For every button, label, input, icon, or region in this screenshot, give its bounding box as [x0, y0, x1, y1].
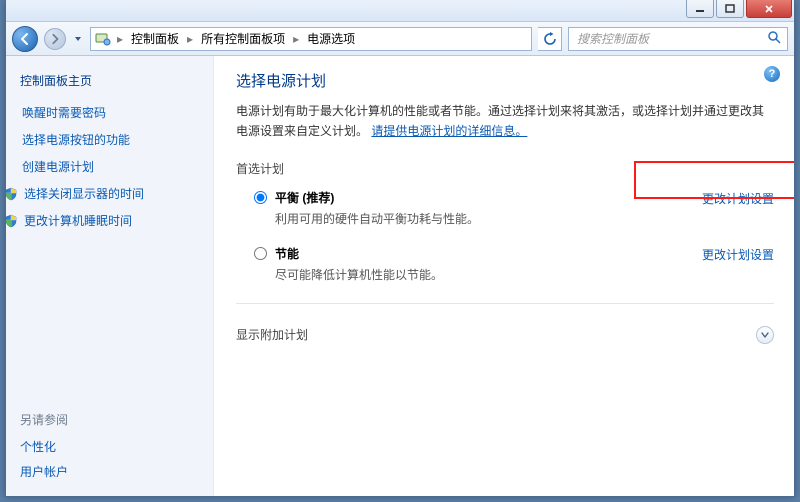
see-also-title: 另请参阅: [20, 411, 201, 428]
sidebar-link-label: 创建电源计划: [22, 158, 94, 175]
chevron-right-icon: ▸: [185, 32, 195, 46]
sidebar-link-label: 选择关闭显示器的时间: [24, 185, 144, 202]
desc-info-link[interactable]: 请提供电源计划的详细信息。: [371, 124, 527, 138]
shield-icon: [6, 187, 18, 201]
close-button[interactable]: [746, 0, 792, 18]
chevron-right-icon: ▸: [291, 32, 301, 46]
sidebar: 控制面板主页 唤醒时需要密码 选择电源按钮的功能 创建电源计划: [6, 56, 214, 496]
plan-subtitle: 利用可用的硬件自动平衡功耗与性能。: [275, 210, 684, 227]
search-icon[interactable]: [767, 30, 781, 47]
minimize-button[interactable]: [686, 0, 714, 18]
plan-power-saver: 节能 尽可能降低计算机性能以节能。 更改计划设置: [236, 239, 774, 285]
chevron-right-icon: ▸: [115, 32, 125, 46]
page-description: 电源计划有助于最大化计算机的性能或者节能。通过选择计划来将其激活，或选择计划并通…: [236, 101, 774, 142]
search-box[interactable]: [568, 27, 788, 51]
plan-body: 平衡 (推荐) 利用可用的硬件自动平衡功耗与性能。: [275, 189, 684, 227]
sidebar-link-label: 唤醒时需要密码: [22, 104, 106, 121]
change-plan-settings-link[interactable]: 更改计划设置: [702, 190, 774, 207]
plan-subtitle: 尽可能降低计算机性能以节能。: [275, 266, 684, 283]
sidebar-home-link[interactable]: 控制面板主页: [20, 72, 201, 89]
sidebar-link-label: 选择电源按钮的功能: [22, 131, 130, 148]
breadcrumb-item[interactable]: 所有控制面板项: [199, 30, 287, 47]
see-also-personalization[interactable]: 个性化: [20, 434, 201, 459]
navbar: ▸ 控制面板 ▸ 所有控制面板项 ▸ 电源选项: [6, 22, 794, 56]
maximize-button[interactable]: [716, 0, 744, 18]
control-panel-icon: [95, 31, 111, 47]
plan-title: 节能: [275, 245, 684, 262]
search-input[interactable]: [575, 31, 763, 47]
sidebar-link-create-plan[interactable]: 创建电源计划: [20, 153, 201, 180]
change-plan-settings-link[interactable]: 更改计划设置: [702, 246, 774, 263]
plan-balanced-radio[interactable]: [254, 191, 267, 204]
additional-plans-label: 显示附加计划: [236, 326, 308, 343]
back-button[interactable]: [12, 26, 38, 52]
sidebar-link-label: 更改计算机睡眠时间: [24, 212, 132, 229]
sidebar-link-display-off[interactable]: 选择关闭显示器的时间: [6, 180, 201, 207]
breadcrumb-item[interactable]: 控制面板: [129, 30, 181, 47]
address-bar[interactable]: ▸ 控制面板 ▸ 所有控制面板项 ▸ 电源选项: [90, 27, 532, 51]
divider: [236, 303, 774, 304]
sidebar-link-sleep-time[interactable]: 更改计算机睡眠时间: [6, 207, 201, 234]
content-body: 控制面板主页 唤醒时需要密码 选择电源按钮的功能 创建电源计划: [6, 56, 794, 496]
main-content: ? 选择电源计划 电源计划有助于最大化计算机的性能或者节能。通过选择计划来将其激…: [214, 56, 794, 496]
breadcrumb-item[interactable]: 电源选项: [305, 30, 357, 47]
refresh-button[interactable]: [538, 27, 562, 51]
plan-title: 平衡 (推荐): [275, 189, 684, 206]
additional-plans-row[interactable]: 显示附加计划: [236, 322, 774, 348]
forward-button[interactable]: [44, 28, 66, 50]
see-also-user-accounts[interactable]: 用户帐户: [20, 459, 201, 484]
plan-power-saver-radio[interactable]: [254, 247, 267, 260]
plan-body: 节能 尽可能降低计算机性能以节能。: [275, 245, 684, 283]
shield-icon: [6, 214, 18, 228]
titlebar: [6, 0, 794, 22]
nav-history-dropdown[interactable]: [72, 33, 84, 45]
help-icon[interactable]: ?: [764, 66, 780, 82]
chevron-down-icon[interactable]: [756, 326, 774, 344]
window-buttons: [684, 0, 792, 18]
sidebar-link-power-button[interactable]: 选择电源按钮的功能: [20, 126, 201, 153]
page-title: 选择电源计划: [236, 70, 774, 91]
sidebar-link-require-password[interactable]: 唤醒时需要密码: [20, 99, 201, 126]
window: ▸ 控制面板 ▸ 所有控制面板项 ▸ 电源选项 控制面板主页 唤醒时需要密码: [5, 0, 795, 497]
plan-balanced: 平衡 (推荐) 利用可用的硬件自动平衡功耗与性能。 更改计划设置: [236, 183, 774, 229]
preferred-plans-label: 首选计划: [236, 160, 774, 177]
